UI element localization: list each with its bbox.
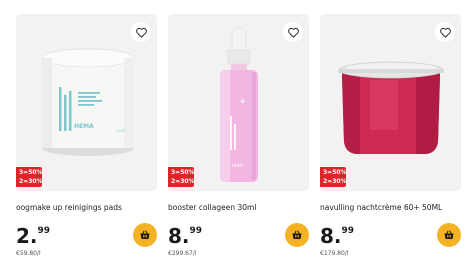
svg-text:pads: pads — [116, 128, 126, 133]
promo-line: 3=50% — [171, 169, 195, 176]
promo-badge: 3=50% 2=30% — [168, 167, 195, 187]
product-price: 8.99 — [320, 226, 354, 246]
promo-line: 3=50% — [323, 169, 347, 176]
price-euros: 8. — [320, 224, 342, 248]
basket-icon — [140, 230, 150, 239]
unit-price: €179.80/l — [320, 250, 349, 257]
heart-icon — [135, 27, 147, 38]
promo-line: 2=30% — [171, 178, 195, 185]
product-image[interactable]: HEMA pads 3=50% 2=30% — [16, 14, 157, 191]
price-euros: 8. — [168, 224, 190, 248]
product-title[interactable]: oogmake up reinigings pads — [16, 203, 122, 212]
promo-badge: 3=50% 2=30% — [16, 167, 43, 187]
unit-price: €299.67/l — [168, 250, 197, 257]
product-card[interactable]: 3=50% 2=30% navulling nachtcrème 60+ 50M… — [320, 14, 461, 264]
product-card[interactable]: HEMA pads 3=50% 2=30% oogmake up reinigi… — [16, 14, 157, 264]
promo-badge: 3=50% 2=30% — [320, 167, 347, 187]
unit-price: €59.80/l — [16, 250, 41, 257]
svg-text:+: + — [239, 97, 247, 107]
price-cents: 99 — [37, 226, 51, 236]
add-to-cart-button[interactable] — [133, 223, 157, 247]
price-cents: 99 — [189, 226, 203, 236]
heart-icon — [287, 27, 299, 38]
product-card[interactable]: + HEMA 3=50% 2=30% booster collageen 30m… — [168, 14, 309, 264]
product-image[interactable]: + HEMA 3=50% 2=30% — [168, 14, 309, 191]
price-cents: 99 — [341, 226, 355, 236]
basket-icon — [292, 230, 302, 239]
favorite-button[interactable] — [131, 22, 151, 42]
basket-icon — [444, 230, 454, 239]
price-euros: 2. — [16, 224, 38, 248]
product-price: 8.99 — [168, 226, 202, 246]
svg-text:HEMA: HEMA — [74, 123, 94, 130]
product-grid: HEMA pads 3=50% 2=30% oogmake up reinigi… — [0, 0, 475, 264]
favorite-button[interactable] — [435, 22, 455, 42]
promo-line: 3=50% — [19, 169, 43, 176]
promo-line: 2=30% — [19, 178, 43, 185]
favorite-button[interactable] — [283, 22, 303, 42]
add-to-cart-button[interactable] — [285, 223, 309, 247]
add-to-cart-button[interactable] — [437, 223, 461, 247]
heart-icon — [439, 27, 451, 38]
promo-line: 2=30% — [323, 178, 347, 185]
product-image[interactable]: 3=50% 2=30% — [320, 14, 461, 191]
product-title[interactable]: navulling nachtcrème 60+ 50ML — [320, 203, 442, 212]
product-title[interactable]: booster collageen 30ml — [168, 203, 256, 212]
product-price: 2.99 — [16, 226, 50, 246]
svg-text:HEMA: HEMA — [232, 163, 244, 168]
